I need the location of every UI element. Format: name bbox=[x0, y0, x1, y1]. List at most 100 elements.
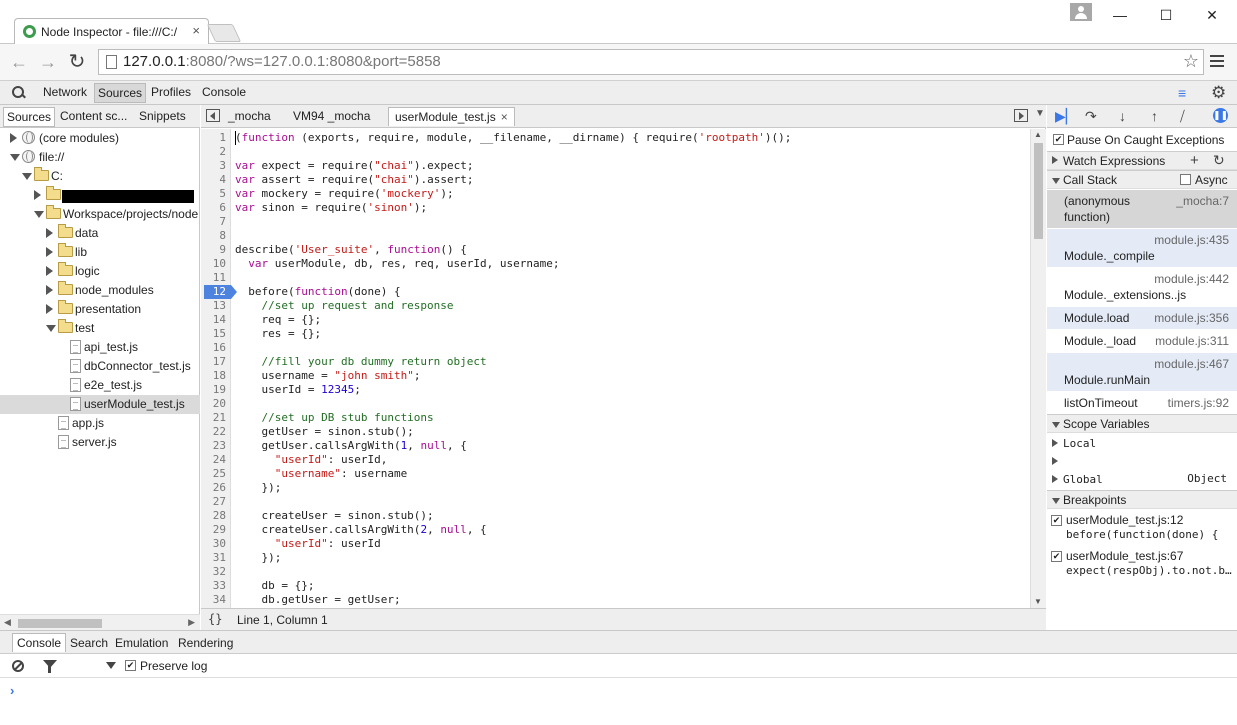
expand-triangle-icon[interactable] bbox=[10, 154, 20, 161]
close-window-button[interactable]: ✕ bbox=[1189, 4, 1235, 26]
step-into-icon[interactable]: ↓ bbox=[1119, 108, 1126, 124]
call-frame[interactable]: Module.load module.js:356 bbox=[1047, 307, 1237, 330]
async-checkbox[interactable] bbox=[1180, 174, 1191, 185]
collapse-triangle-icon[interactable] bbox=[1052, 439, 1058, 447]
step-over-icon[interactable]: ↷ bbox=[1085, 108, 1097, 124]
line-number[interactable]: 22 bbox=[213, 425, 226, 439]
filter-icon[interactable] bbox=[43, 660, 57, 673]
scroll-up-arrow-icon[interactable]: ▲ bbox=[1034, 130, 1042, 139]
scope-variables-header[interactable]: Scope Variables bbox=[1047, 414, 1237, 433]
line-number[interactable]: 33 bbox=[213, 579, 226, 593]
editor-vertical-scrollbar[interactable]: ▲ ▼ bbox=[1030, 129, 1046, 608]
breakpoint-checkbox[interactable]: ✔ bbox=[1051, 515, 1062, 526]
new-tab-button[interactable] bbox=[206, 24, 242, 42]
line-number-gutter[interactable]: 1 2 3 4 5 6 7 8 9 10 11 12 13 14 15 16 17 18 19 20 21 22 23 24 2… bbox=[201, 129, 237, 608]
collapse-triangle-icon[interactable] bbox=[46, 304, 53, 314]
tab-console[interactable]: Console bbox=[202, 85, 246, 99]
navigator-tab-snippets[interactable]: Snippets bbox=[139, 109, 186, 123]
collapse-triangle-icon[interactable] bbox=[46, 285, 53, 295]
tree-item[interactable]: C: bbox=[0, 167, 200, 186]
line-number[interactable]: 32 bbox=[213, 565, 226, 579]
line-number[interactable]: 1 bbox=[219, 131, 226, 145]
inspect-search-icon[interactable] bbox=[12, 86, 25, 99]
line-number[interactable]: 5 bbox=[219, 187, 226, 201]
line-number[interactable]: 7 bbox=[219, 215, 226, 229]
line-number[interactable]: 26 bbox=[213, 481, 226, 495]
navigator-tab-content-scripts[interactable]: Content sc... bbox=[60, 109, 127, 123]
call-frame[interactable]: (anonymous function) _mocha:7 bbox=[1047, 190, 1237, 229]
navigator-tab-sources[interactable]: Sources bbox=[3, 107, 56, 127]
editor-tab-usermodule-test[interactable]: userModule_test.js × bbox=[388, 107, 515, 126]
close-editor-tab-icon[interactable]: × bbox=[501, 110, 508, 124]
tree-item[interactable]: dbConnector_test.js bbox=[0, 357, 200, 376]
line-number[interactable]: 8 bbox=[219, 229, 226, 243]
tree-item[interactable]: logic bbox=[0, 262, 200, 281]
toggle-navigator-icon[interactable] bbox=[206, 109, 220, 122]
line-number[interactable]: 29 bbox=[213, 523, 226, 537]
back-button[interactable]: ← bbox=[9, 52, 29, 72]
minimize-button[interactable]: — bbox=[1097, 4, 1143, 26]
line-number[interactable]: 12 bbox=[213, 285, 226, 299]
line-number[interactable]: 10 bbox=[213, 257, 226, 271]
address-bar[interactable]: 127.0.0.1:8080/?ws=127.0.0.1:8080&port=5… bbox=[98, 49, 1204, 75]
collapse-triangle-icon[interactable] bbox=[46, 247, 53, 257]
bookmark-star-icon[interactable]: ☆ bbox=[1183, 51, 1199, 72]
call-stack-header[interactable]: Call Stack Async bbox=[1047, 170, 1237, 189]
scroll-right-arrow-icon[interactable]: ▶ bbox=[188, 617, 195, 628]
scroll-down-arrow-icon[interactable]: ▼ bbox=[1034, 597, 1042, 606]
editor-tab-mocha[interactable]: _mocha bbox=[228, 109, 271, 123]
browser-tab-node-inspector[interactable]: Node Inspector - file:///C:/ × bbox=[14, 18, 209, 45]
tree-item[interactable]: file:// bbox=[0, 148, 200, 167]
user-profile-icon[interactable] bbox=[1070, 3, 1092, 21]
tree-item[interactable]: Workspace/projects/node bbox=[0, 205, 200, 224]
line-number[interactable]: 13 bbox=[213, 299, 226, 313]
scrollbar-thumb[interactable] bbox=[18, 619, 102, 628]
line-number[interactable]: 31 bbox=[213, 551, 226, 565]
drawer-tab-rendering[interactable]: Rendering bbox=[178, 636, 233, 650]
resume-icon[interactable]: ▶▏ bbox=[1055, 108, 1077, 124]
breakpoint-item[interactable]: ✔ userModule_test.js:67 expect(respObj).to… bbox=[1047, 549, 1237, 581]
watch-expressions-header[interactable]: Watch Expressions + ↻ bbox=[1047, 151, 1237, 170]
settings-gear-icon[interactable]: ⚙ bbox=[1211, 84, 1226, 101]
tree-item[interactable] bbox=[0, 186, 200, 205]
tree-item[interactable]: server.js bbox=[0, 433, 200, 452]
collapse-triangle-icon[interactable] bbox=[10, 133, 17, 143]
context-dropdown-icon[interactable] bbox=[106, 662, 116, 669]
line-number[interactable]: 20 bbox=[213, 397, 226, 411]
tree-item[interactable]: e2e_test.js bbox=[0, 376, 200, 395]
step-out-icon[interactable]: ↑ bbox=[1151, 108, 1158, 124]
line-number[interactable]: 28 bbox=[213, 509, 226, 523]
tree-item[interactable]: node_modules bbox=[0, 281, 200, 300]
call-frame[interactable]: listOnTimeout timers.js:92 bbox=[1047, 392, 1237, 415]
call-frame[interactable]: Module._extensions..js module.js:442 bbox=[1047, 268, 1237, 307]
show-drawer-icon[interactable]: ≡ bbox=[1178, 86, 1194, 100]
expand-triangle-icon[interactable] bbox=[34, 211, 44, 218]
line-number[interactable]: 19 bbox=[213, 383, 226, 397]
navigator-horizontal-scrollbar[interactable]: ◀ ▶ bbox=[0, 614, 200, 630]
line-number[interactable]: 14 bbox=[213, 313, 226, 327]
tree-item[interactable]: lib bbox=[0, 243, 200, 262]
pause-on-caught-checkbox[interactable]: ✔ bbox=[1053, 134, 1064, 145]
scope-item[interactable] bbox=[1047, 453, 1237, 471]
forward-button[interactable]: → bbox=[38, 52, 58, 72]
drawer-tab-emulation[interactable]: Emulation bbox=[115, 636, 168, 650]
line-number[interactable]: 4 bbox=[219, 173, 226, 187]
tree-item[interactable]: (core modules) bbox=[0, 129, 200, 148]
code-area[interactable]: 1 2 3 4 5 6 7 8 9 10 11 12 13 14 15 16 17 18 19 20 21 22 23 24 2… bbox=[201, 129, 1046, 608]
editor-tab-vm94-mocha[interactable]: VM94 _mocha bbox=[293, 109, 370, 123]
drawer-tab-console[interactable]: Console bbox=[12, 633, 67, 652]
collapse-triangle-icon[interactable] bbox=[1052, 457, 1058, 465]
tab-sources[interactable]: Sources bbox=[94, 83, 147, 103]
preserve-log-checkbox[interactable]: ✔ bbox=[125, 660, 136, 671]
call-frame[interactable]: Module.runMain module.js:467 bbox=[1047, 353, 1237, 392]
line-number[interactable]: 3 bbox=[219, 159, 226, 173]
breakpoint-checkbox[interactable]: ✔ bbox=[1051, 551, 1062, 562]
line-number[interactable]: 17 bbox=[213, 355, 226, 369]
reload-button[interactable]: ↻ bbox=[67, 52, 87, 72]
scope-item[interactable]: Global Object bbox=[1047, 471, 1237, 489]
line-number[interactable]: 21 bbox=[213, 411, 226, 425]
close-tab-icon[interactable]: × bbox=[192, 23, 200, 38]
clear-console-icon[interactable] bbox=[12, 660, 24, 672]
pause-on-exceptions-icon[interactable]: ❚❚ bbox=[1213, 108, 1228, 123]
maximize-button[interactable]: ☐ bbox=[1143, 4, 1189, 26]
